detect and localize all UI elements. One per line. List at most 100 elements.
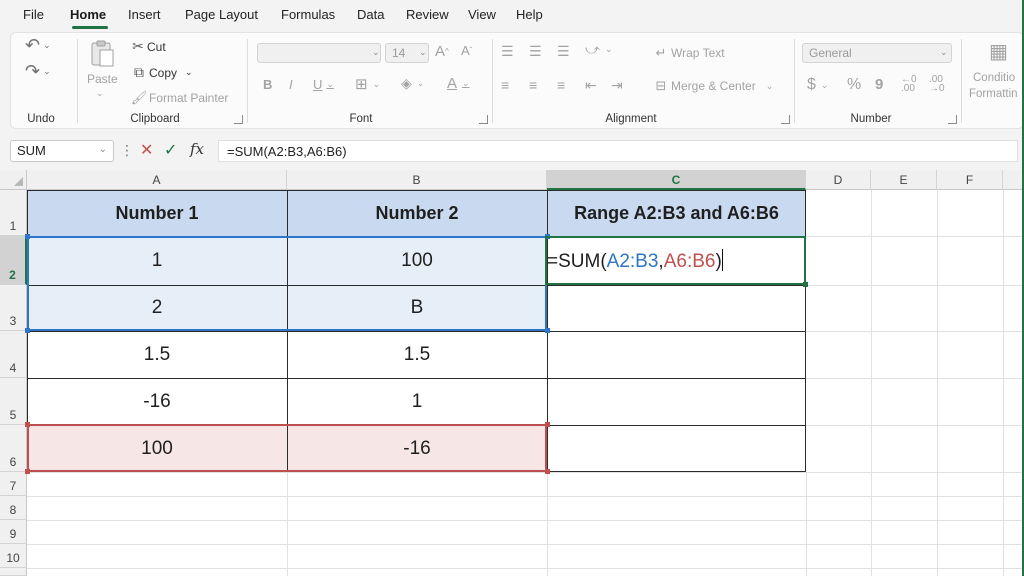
column-header-f[interactable]: F [937, 170, 1003, 190]
fill-handle[interactable] [803, 282, 808, 287]
tab-help[interactable]: Help [516, 7, 543, 22]
copy-dropdown-icon[interactable]: ⌄ [185, 67, 193, 78]
tab-home[interactable]: Home [70, 7, 106, 22]
range-handle[interactable] [545, 422, 550, 427]
conditional-formatting-label-1[interactable]: Conditio [973, 72, 1015, 84]
select-all-button[interactable] [0, 170, 27, 190]
paste-dropdown-icon[interactable]: ⌄ [96, 88, 104, 99]
table-cell[interactable]: 1.5 [27, 331, 287, 378]
number-format-select[interactable]: General [802, 43, 952, 63]
wrap-text-button[interactable]: ↵ Wrap Text [651, 45, 725, 61]
table-cell[interactable]: -16 [27, 378, 287, 425]
insert-function-icon[interactable]: fx [190, 140, 204, 158]
increase-indent-icon[interactable]: ⇥ [611, 77, 623, 94]
cell-editor[interactable]: =SUM(A2:B3,A6:B6) [547, 249, 723, 273]
table-cell[interactable] [547, 331, 806, 378]
name-box[interactable]: SUM ⌄ [10, 140, 114, 162]
align-right-icon[interactable]: ≡ [557, 77, 565, 93]
align-top-icon[interactable]: ☰ [501, 43, 514, 60]
paste-button[interactable]: Paste [87, 72, 118, 86]
range-handle[interactable] [25, 422, 30, 427]
increase-font-icon[interactable]: A ^ [435, 43, 449, 60]
table-header-cell[interactable]: Range A2:B3 and A6:B6 [547, 190, 806, 236]
column-header-d[interactable]: D [806, 170, 871, 190]
tab-formulas[interactable]: Formulas [281, 7, 335, 22]
table-cell[interactable] [547, 378, 806, 425]
enter-icon[interactable]: ✓ [164, 140, 177, 160]
column-header-c[interactable]: C [547, 170, 806, 190]
formula-input[interactable]: =SUM(A2:B3,A6:B6) [218, 140, 1018, 162]
row-header-2[interactable]: 2 [0, 236, 27, 285]
more-options-icon[interactable]: ⋮ [120, 142, 134, 159]
conditional-formatting-label-2[interactable]: Formattin [969, 88, 1018, 100]
align-bottom-icon[interactable]: ☰ [557, 43, 570, 60]
row-header-7[interactable]: 7 [0, 472, 27, 496]
redo-icon[interactable]: ↷ ⌄ [25, 61, 51, 82]
percent-icon[interactable]: % [847, 76, 861, 94]
column-header-a[interactable]: A [27, 170, 287, 190]
row-header-6[interactable]: 6 [0, 425, 27, 472]
align-left-icon[interactable]: ≡ [501, 77, 509, 93]
row-header-5[interactable]: 5 [0, 378, 27, 425]
row-header-11[interactable] [0, 568, 27, 576]
cancel-icon[interactable]: ✕ [140, 140, 153, 160]
currency-icon[interactable]: $ ⌄ [807, 76, 828, 94]
bold-icon[interactable]: B [263, 77, 272, 92]
comma-style-icon[interactable]: 9 [875, 76, 883, 93]
increase-decimal-icon[interactable]: ←0.00 [901, 75, 917, 94]
chevron-down-icon[interactable]: ⌄ [99, 144, 107, 155]
column-header-g[interactable] [1003, 170, 1024, 190]
table-cell[interactable]: 1.5 [287, 331, 547, 378]
alignment-launcher-icon[interactable] [781, 115, 790, 124]
font-name-select[interactable] [257, 43, 381, 63]
column-header-b[interactable]: B [287, 170, 547, 190]
row-header-8[interactable]: 8 [0, 496, 27, 520]
align-center-icon[interactable]: ≡ [529, 77, 537, 93]
tab-view[interactable]: View [468, 7, 496, 22]
tab-file[interactable]: File [23, 7, 44, 22]
merge-dropdown-icon[interactable]: ⌄ [766, 81, 774, 92]
row-header-3[interactable]: 3 [0, 285, 27, 331]
decrease-decimal-icon[interactable]: .00 →0 [929, 75, 945, 94]
tab-review[interactable]: Review [406, 7, 449, 22]
font-launcher-icon[interactable] [479, 115, 488, 124]
underline-icon[interactable]: U ⌄ [313, 77, 334, 92]
tab-page-layout[interactable]: Page Layout [185, 7, 258, 22]
range-handle[interactable] [545, 328, 550, 333]
decrease-indent-icon[interactable]: ⇤ [585, 77, 597, 94]
merge-center-button[interactable]: ⊟ Merge & Center ⌄ [651, 78, 774, 94]
range-handle[interactable] [25, 234, 30, 239]
gridline [937, 190, 938, 576]
range-handle[interactable] [545, 469, 550, 474]
decrease-font-icon[interactable]: Aˇ [461, 43, 472, 58]
fill-color-icon[interactable]: ◈ ⌄ [401, 75, 424, 92]
number-launcher-icon[interactable] [948, 115, 957, 124]
table-header-cell[interactable]: Number 2 [287, 190, 547, 236]
undo-icon[interactable]: ↶ ⌄ [25, 35, 51, 56]
align-middle-icon[interactable]: ☰ [529, 43, 542, 60]
copy-button[interactable]: ⧉ Copy ⌄ [129, 64, 193, 81]
tab-data[interactable]: Data [357, 7, 384, 22]
table-header-cell[interactable]: Number 1 [27, 190, 287, 236]
clipboard-launcher-icon[interactable] [234, 115, 243, 124]
range-handle[interactable] [25, 469, 30, 474]
cut-button[interactable]: ✂ Cut [129, 38, 166, 55]
font-color-icon[interactable]: A ⌄ [447, 75, 470, 92]
orientation-icon[interactable]: ⤻ ⌄ [585, 41, 613, 58]
table-cell[interactable]: 1 [287, 378, 547, 425]
row-header-9[interactable]: 9 [0, 520, 27, 544]
conditional-formatting-icon[interactable]: ▦ [989, 39, 1008, 64]
format-painter-button[interactable]: 🖌 Format Painter [129, 90, 229, 106]
paste-icon[interactable] [87, 39, 119, 69]
row-header-1[interactable]: 1 [0, 190, 27, 236]
italic-icon[interactable]: I [289, 77, 293, 92]
row-header-10[interactable]: 10 [0, 544, 27, 568]
row-header-4[interactable]: 4 [0, 331, 27, 378]
table-cell[interactable] [547, 285, 806, 331]
table-cell[interactable] [547, 425, 806, 472]
borders-icon[interactable]: ⊞ ⌄ [355, 75, 380, 93]
formula-prefix: =SUM( [547, 251, 607, 272]
column-header-e[interactable]: E [871, 170, 937, 190]
tab-insert[interactable]: Insert [128, 7, 161, 22]
range-handle[interactable] [25, 328, 30, 333]
